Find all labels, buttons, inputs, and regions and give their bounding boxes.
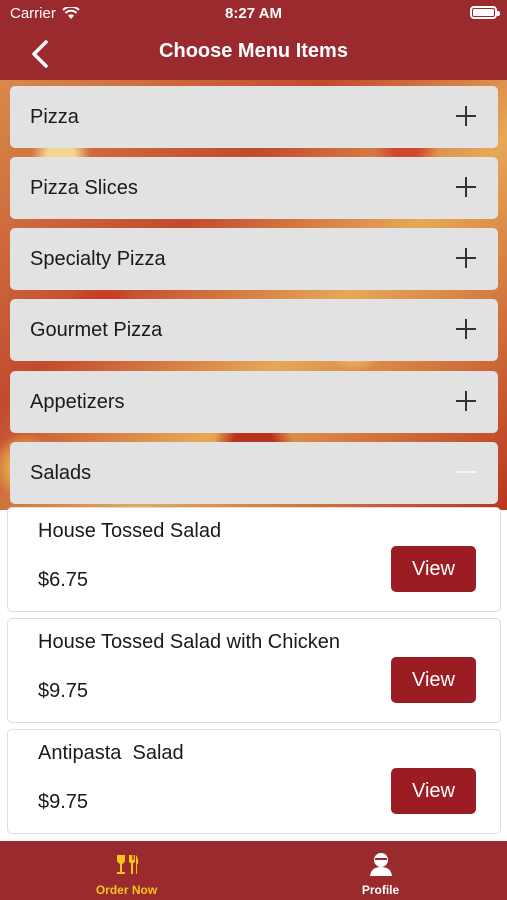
category-label: Pizza — [30, 105, 79, 128]
minus-icon — [456, 462, 476, 482]
category-appetizers[interactable]: Appetizers — [10, 371, 498, 433]
item-price: $9.75 — [38, 791, 89, 813]
category-label: Specialty Pizza — [30, 247, 166, 270]
tab-label: Order Now — [95, 883, 158, 897]
header: Carrier 8:27 AM Choose Menu Items — [0, 0, 507, 80]
view-button[interactable]: View — [391, 768, 476, 814]
view-button[interactable]: View — [391, 546, 476, 592]
category-specialty-pizza[interactable]: Specialty Pizza — [10, 228, 498, 290]
category-salads[interactable]: Salads — [10, 442, 498, 504]
category-label: Gourmet Pizza — [30, 318, 163, 341]
plus-icon — [456, 106, 476, 126]
status-bar: Carrier 8:27 AM — [0, 0, 507, 28]
category-pizza-slices[interactable]: Pizza Slices — [10, 157, 498, 219]
order-now-icon — [116, 855, 138, 874]
category-gourmet-pizza[interactable]: Gourmet Pizza — [10, 299, 498, 361]
item-name: House Tossed Salad with Chicken — [38, 631, 341, 653]
category-pizza[interactable]: Pizza — [10, 86, 498, 148]
tab-bar: Order Now Profile — [0, 841, 507, 900]
profile-icon — [369, 853, 392, 876]
page-title: Choose Menu Items — [159, 40, 348, 62]
item-price: $6.75 — [38, 569, 89, 591]
item-name: House Tossed Salad — [38, 520, 222, 542]
category-label: Salads — [30, 461, 92, 484]
plus-icon — [456, 319, 476, 339]
nav-bar: Choose Menu Items — [0, 28, 507, 80]
tab-label: Profile — [361, 883, 400, 897]
menu-item-card: House Tossed Salad with Chicken $9.75 Vi… — [7, 618, 501, 723]
plus-icon — [456, 177, 476, 197]
battery-icon — [470, 6, 500, 19]
category-label: Pizza Slices — [30, 176, 138, 199]
tab-order-now[interactable]: Order Now — [0, 841, 253, 900]
item-price: $9.75 — [38, 680, 89, 702]
category-label: Appetizers — [30, 390, 125, 413]
tab-profile[interactable]: Profile — [254, 841, 507, 900]
plus-icon — [456, 248, 476, 268]
status-time: 8:27 AM — [225, 5, 282, 22]
plus-icon — [456, 391, 476, 411]
menu-item-card: House Tossed Salad $6.75 View — [7, 507, 501, 612]
item-name: Antipasta Salad — [38, 742, 184, 764]
menu-item-card: Antipasta Salad $9.75 View — [7, 729, 501, 834]
view-button[interactable]: View — [391, 657, 476, 703]
